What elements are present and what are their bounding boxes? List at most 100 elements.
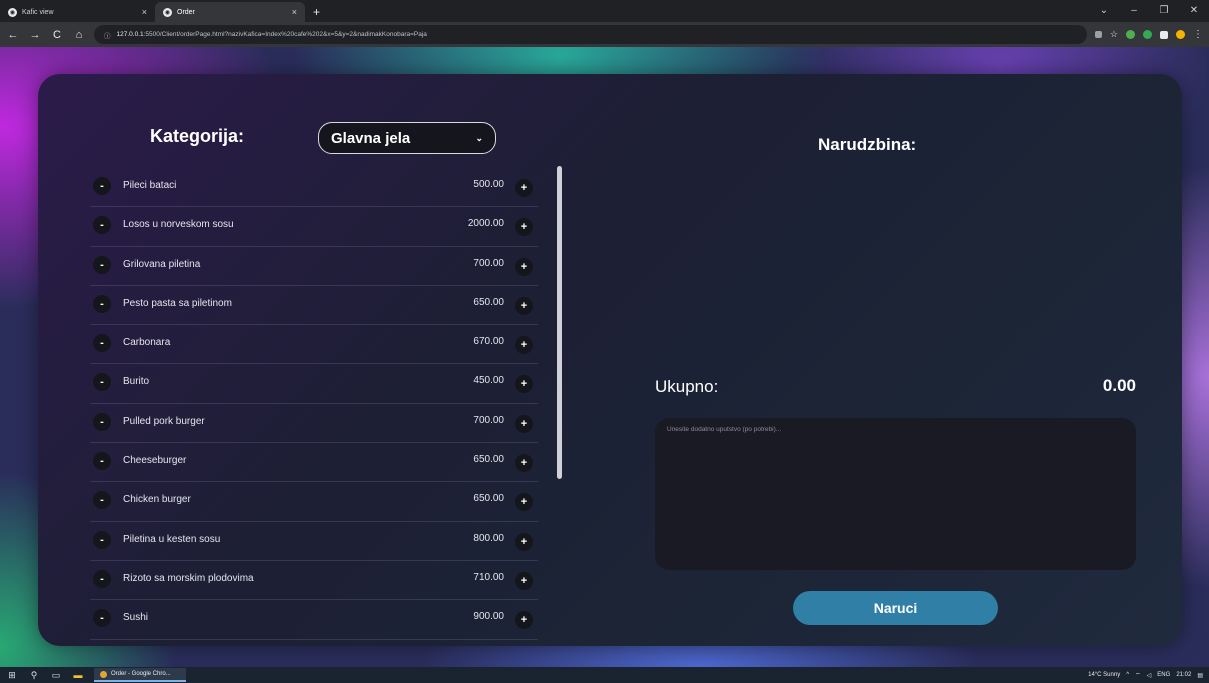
menu-item-price: 650.00 (473, 493, 504, 505)
increase-quantity-button[interactable]: + (515, 257, 533, 276)
increase-quantity-button[interactable]: + (515, 375, 533, 394)
notifications-icon[interactable]: ▤ (1197, 672, 1203, 679)
close-window-button[interactable]: ✕ (1179, 0, 1209, 22)
increase-quantity-button[interactable]: + (515, 454, 533, 473)
taskbar-app-label: Order - Google Chro... (111, 671, 171, 677)
close-tab-icon[interactable]: × (292, 7, 297, 17)
task-view-icon[interactable]: ▭ (50, 670, 62, 681)
extension-icon[interactable] (1126, 30, 1135, 39)
menu-item: - Rizoto sa morskim plodovima 710.00 + (90, 561, 538, 601)
weather-text[interactable]: 14°C Sunny (1088, 672, 1120, 678)
increase-quantity-button[interactable]: + (515, 218, 533, 237)
taskbar-app-chrome[interactable]: Order - Google Chro... (94, 668, 186, 682)
decrease-quantity-button[interactable]: - (93, 216, 111, 235)
menu-list: - Pileci bataci 500.00 + - Losos u norveskom … (90, 168, 538, 640)
new-tab-button[interactable]: + (305, 2, 328, 22)
window-controls: ⌄ – ❐ ✕ (1089, 0, 1209, 22)
bookmark-star-icon[interactable]: ☆ (1110, 29, 1118, 40)
decrease-quantity-button[interactable]: - (93, 373, 111, 392)
menu-item: - Chicken burger 650.00 + (90, 482, 538, 522)
menu-item-name: Cheeseburger (123, 455, 187, 467)
close-tab-icon[interactable]: × (142, 7, 147, 17)
tab-search-icon[interactable]: ⌄ (1089, 0, 1119, 22)
tray-chevron-icon[interactable]: ^ (1126, 672, 1129, 678)
menu-item-price: 650.00 (473, 296, 504, 308)
info-icon[interactable]: ⓘ (104, 30, 111, 40)
site-icon: ◉ (8, 7, 17, 17)
share-icon[interactable] (1094, 31, 1102, 38)
total-value: 0.00 (1102, 376, 1136, 395)
network-icon[interactable]: ⌔ (1135, 671, 1141, 679)
decrease-quantity-button[interactable]: - (93, 177, 111, 195)
language-indicator[interactable]: ENG (1157, 672, 1170, 678)
menu-item-price: 2000.00 (467, 218, 504, 230)
decrease-quantity-button[interactable]: - (93, 609, 111, 628)
chevron-down-icon: ⌄ (475, 132, 483, 143)
file-explorer-icon[interactable]: ▬ (72, 670, 84, 680)
increase-quantity-button[interactable]: + (515, 336, 533, 355)
menu-item-name: Rizoto sa morskim plodovima (123, 572, 254, 584)
tab-kafic-view[interactable]: ◉ Kafic view × (0, 2, 155, 22)
menu-item: - Pileci bataci 500.00 + (90, 168, 538, 208)
menu-item: - Carbonara 670.00 + (90, 325, 538, 365)
restore-button[interactable]: ❐ (1149, 0, 1179, 22)
menu-item: - Burito 450.00 + (90, 364, 538, 404)
decrease-quantity-button[interactable]: - (93, 294, 111, 313)
clock[interactable]: 21:02 (1176, 672, 1191, 678)
menu-item-name: Piletina u kesten sosu (123, 533, 221, 545)
back-icon[interactable]: ← (6, 29, 20, 41)
url-host: 127.0.0.1 (116, 31, 144, 38)
decrease-quantity-button[interactable]: - (93, 255, 111, 274)
menu-item-name: Burito (123, 376, 150, 388)
tab-order[interactable]: ◉ Order × (155, 2, 305, 22)
windows-start-icon[interactable]: ⊞ (6, 670, 18, 681)
menu-item-price: 500.00 (473, 179, 504, 190)
minimize-button[interactable]: – (1119, 0, 1149, 22)
menu-item-price: 650.00 (473, 454, 504, 466)
forward-icon[interactable]: → (28, 29, 42, 41)
increase-quantity-button[interactable]: + (515, 296, 533, 315)
decrease-quantity-button[interactable]: - (93, 530, 111, 549)
home-icon[interactable]: ⌂ (72, 29, 86, 41)
category-select[interactable]: Glavna jela ⌄ (318, 122, 496, 154)
total-label: Ukupno: (655, 377, 719, 396)
menu-item-name: Pulled pork burger (123, 415, 205, 427)
notes-input[interactable] (655, 418, 1136, 570)
category-selected-value: Glavna jela (331, 129, 411, 147)
menu-item: - Sushi 900.00 + (90, 600, 538, 640)
menu-scrollbar[interactable] (557, 166, 562, 479)
extension-icon[interactable] (1143, 30, 1152, 39)
submit-order-button[interactable]: Naruci (793, 591, 998, 625)
menu-item: - Piletina u kesten sosu 800.00 + (90, 522, 538, 561)
tab-title: Kafic view (22, 8, 54, 16)
increase-quantity-button[interactable]: + (515, 493, 533, 512)
decrease-quantity-button[interactable]: - (93, 452, 111, 471)
menu-item-name: Pileci bataci (123, 180, 177, 191)
menu-item-price: 450.00 (473, 375, 504, 387)
os-taskbar: ⊞ ⚲ ▭ ▬ Order - Google Chro... 14°C Sunn… (0, 667, 1209, 683)
page-background: Kategorija: Glavna jela ⌄ - Pileci bataci… (0, 47, 1209, 667)
increase-quantity-button[interactable]: + (515, 532, 533, 551)
menu-item-name: Carbonara (123, 337, 171, 349)
profile-avatar[interactable] (1176, 30, 1185, 39)
decrease-quantity-button[interactable]: - (93, 491, 111, 510)
increase-quantity-button[interactable]: + (515, 611, 533, 630)
reload-icon[interactable]: C (50, 29, 64, 41)
decrease-quantity-button[interactable]: - (93, 334, 111, 353)
increase-quantity-button[interactable]: + (515, 571, 533, 590)
menu-item-name: Pesto pasta sa piletinom (123, 297, 232, 309)
decrease-quantity-button[interactable]: - (93, 569, 111, 588)
puzzle-icon[interactable] (1160, 30, 1168, 39)
increase-quantity-button[interactable]: + (515, 414, 533, 433)
kebab-menu-icon[interactable]: ⋮ (1193, 29, 1203, 40)
decrease-quantity-button[interactable]: - (93, 412, 111, 431)
url-input[interactable]: ⓘ 127.0.0.1:5500/Client/orderPage.html?n… (94, 25, 1087, 44)
menu-item: - Pulled pork burger 700.00 + (90, 404, 538, 444)
volume-icon[interactable]: ◁ (1147, 672, 1152, 679)
search-icon[interactable]: ⚲ (28, 670, 40, 681)
menu-item-name: Chicken burger (123, 494, 191, 506)
menu-item-price: 710.00 (473, 571, 504, 583)
menu-item-name: Losos u norveskom sosu (123, 219, 234, 231)
system-tray: 14°C Sunny ^ ⌔ ◁ ENG 21:02 ▤ (1088, 671, 1203, 679)
increase-quantity-button[interactable]: + (515, 179, 533, 197)
